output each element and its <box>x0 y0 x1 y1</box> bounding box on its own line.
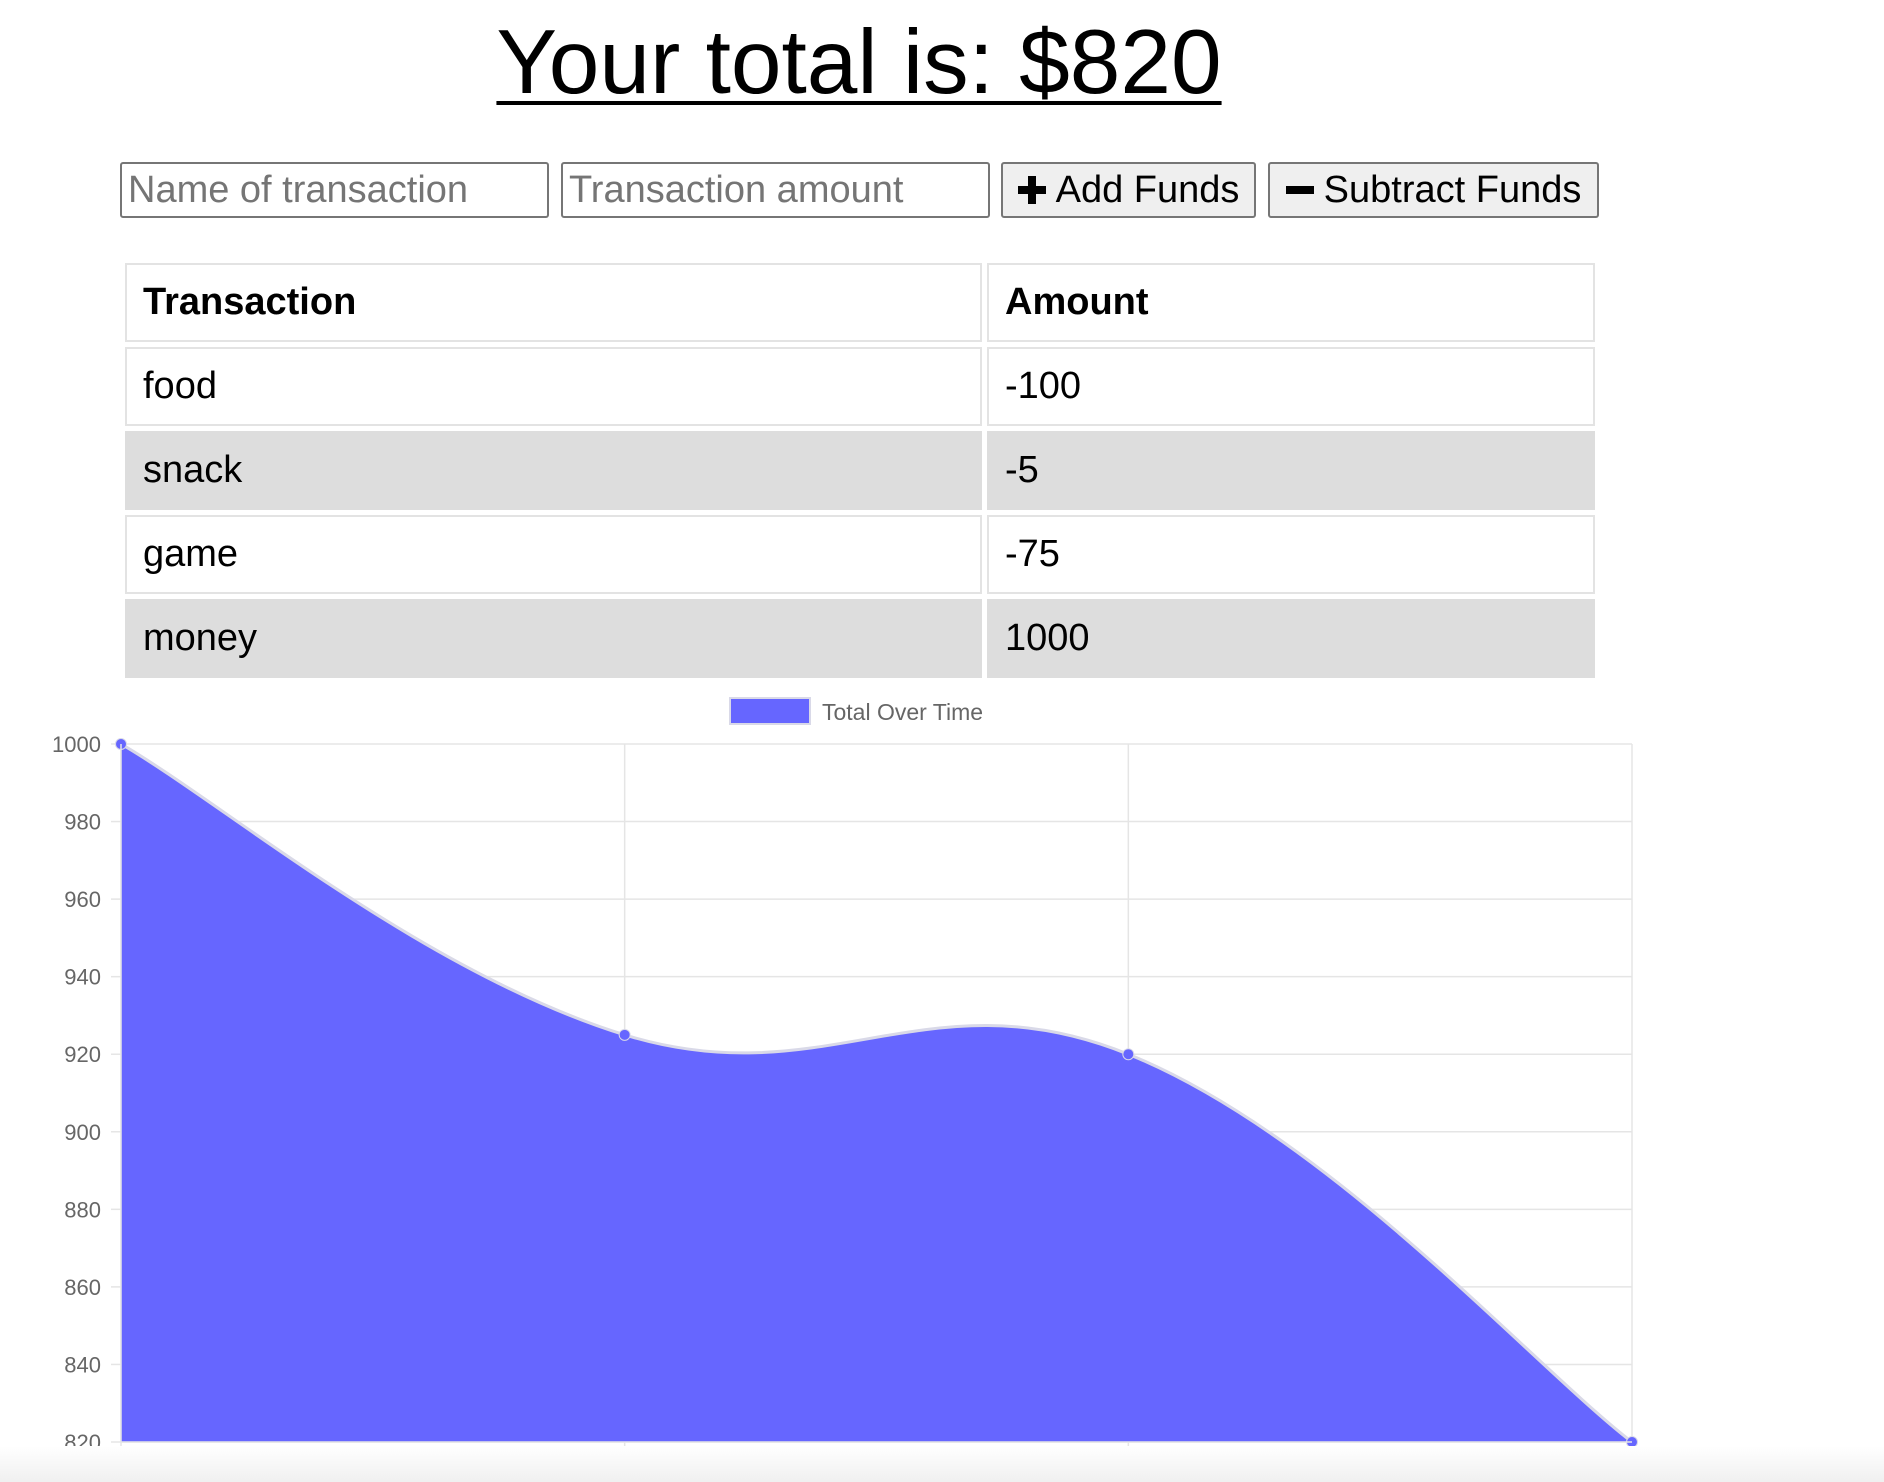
y-tick-label: 900 <box>64 1120 101 1145</box>
total-heading: Your total is: $820 <box>496 12 1222 113</box>
y-tick-label: 980 <box>64 810 101 835</box>
plus-icon <box>1017 176 1046 204</box>
table-row: food -100 <box>125 347 1595 426</box>
y-tick-label: 840 <box>64 1352 101 1377</box>
data-point <box>618 1028 631 1041</box>
y-tick-label: 940 <box>64 965 101 990</box>
y-tick-label: 860 <box>64 1275 101 1300</box>
minus-icon <box>1285 176 1314 204</box>
table-row: snack -5 <box>125 431 1595 510</box>
y-tick-label: 1000 <box>52 732 101 757</box>
y-tick-label: 960 <box>64 887 101 912</box>
subtract-funds-label: Subtract Funds <box>1323 168 1582 211</box>
transaction-amount-input[interactable] <box>561 162 990 218</box>
table-row: money 1000 <box>125 599 1595 678</box>
series-area <box>121 744 1632 1442</box>
transactions-table: Transaction Amount food -100 snack -5 ga… <box>120 258 1600 683</box>
x-tick-label: 6/22/2021 <box>72 1462 170 1482</box>
header-transaction: Transaction <box>125 263 982 342</box>
transaction-name-cell: food <box>125 347 982 426</box>
add-funds-button[interactable]: Add Funds <box>1001 162 1256 218</box>
x-tick-label: 7/9/2021 <box>1086 1462 1172 1482</box>
legend-swatch <box>729 697 811 725</box>
y-tick-label: 820 <box>64 1430 101 1455</box>
x-tick-label: 7/9/2021 <box>1589 1462 1675 1482</box>
transaction-name-cell: game <box>125 515 982 594</box>
y-tick-label: 880 <box>64 1197 101 1222</box>
data-point <box>1122 1048 1135 1061</box>
transaction-amount-cell: -100 <box>987 347 1595 426</box>
transaction-amount-cell: -75 <box>987 515 1595 594</box>
transaction-name-cell: money <box>125 599 982 678</box>
transaction-amount-cell: 1000 <box>987 599 1595 678</box>
transaction-name-input[interactable] <box>120 162 549 218</box>
y-tick-label: 920 <box>64 1042 101 1067</box>
add-funds-label: Add Funds <box>1055 168 1240 211</box>
transaction-name-cell: snack <box>125 431 982 510</box>
total-over-time-chart: 1000 980 960 940 920 900 880 860 840 820 6/22/2021… <box>0 690 1884 1482</box>
subtract-funds-button[interactable]: Subtract Funds <box>1268 162 1599 218</box>
x-tick-label: 7/9/2021 <box>582 1462 668 1482</box>
legend-label: Total Over Time <box>822 699 983 725</box>
table-header-row: Transaction Amount <box>125 263 1595 342</box>
header-amount: Amount <box>987 263 1595 342</box>
transaction-amount-cell: -5 <box>987 431 1595 510</box>
table-row: game -75 <box>125 515 1595 594</box>
chart-canvas: 1000 980 960 940 920 900 880 860 840 820 6/22/2021… <box>52 697 1675 1482</box>
budget-app: Your total is: $820 Add Funds Subtract F… <box>0 0 1884 1482</box>
